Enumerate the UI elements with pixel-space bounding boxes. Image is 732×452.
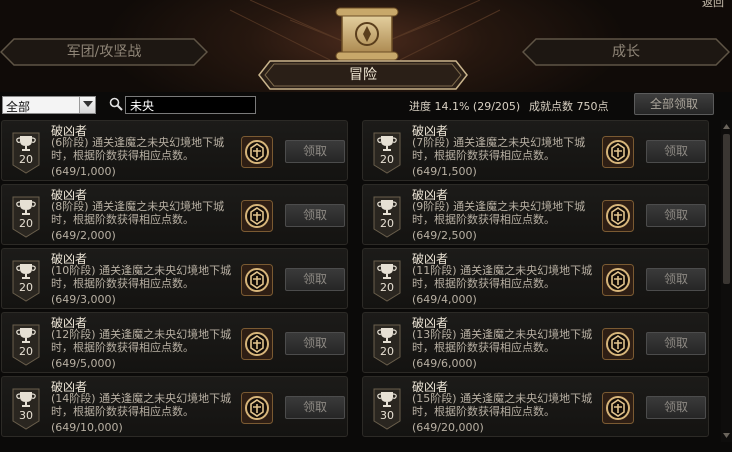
achievement-description: (8阶段) 通关逢魔之未央幻境地下城时，根据阶数获得相应点数。	[51, 200, 225, 226]
achievement-progress: (649/1,500)	[412, 165, 477, 178]
tab-legion-siege-label: 军团/攻坚战	[66, 44, 142, 60]
achievement-card: 20 破凶者 (12阶段) 通关逢魔之未央幻境地下城时，根据阶数获得相应点数。 …	[1, 312, 348, 373]
claim-button[interactable]: 领取	[646, 268, 706, 291]
achievement-description: (11阶段) 通关逢魔之未央幻境地下城时，根据阶数获得相应点数。	[412, 264, 593, 290]
achievement-card: 30 破凶者 (14阶段) 通关逢魔之未央幻境地下城时，根据阶数获得相应点数。 …	[1, 376, 348, 437]
tab-adventure[interactable]: 冒险	[258, 60, 468, 90]
points-value: 20	[380, 153, 394, 166]
achievement-description: (10阶段) 通关逢魔之未央幻境地下城时，根据阶数获得相应点数。	[51, 264, 232, 290]
tab-adventure-label: 冒险	[349, 67, 377, 83]
claim-button[interactable]: 领取	[646, 140, 706, 163]
achievement-progress: (649/3,000)	[51, 293, 116, 306]
medal-icon	[602, 392, 634, 424]
achievement-progress: (649/20,000)	[412, 421, 484, 434]
claim-button[interactable]: 领取	[646, 396, 706, 419]
achievement-progress: (649/2,000)	[51, 229, 116, 242]
points-value: 30	[380, 409, 394, 422]
points-value: 30	[19, 409, 33, 422]
tab-growth[interactable]: 成长	[522, 38, 730, 66]
achievement-progress: (649/4,000)	[412, 293, 477, 306]
points-value: 20	[19, 281, 33, 294]
claim-button[interactable]: 领取	[285, 204, 345, 227]
achievement-description: (6阶段) 通关逢魔之未央幻境地下城时，根据阶数获得相应点数。	[51, 136, 225, 162]
medal-icon	[241, 392, 273, 424]
points-badge: 20	[12, 260, 40, 302]
achievement-card: 20 破凶者 (8阶段) 通关逢魔之未央幻境地下城时，根据阶数获得相应点数。 (…	[1, 184, 348, 245]
points-value: 20	[380, 281, 394, 294]
points-badge: 20	[373, 324, 401, 366]
achievement-description: (15阶段) 通关逢魔之未央幻境地下城时，根据阶数获得相应点数。	[412, 392, 593, 418]
medal-icon	[602, 200, 634, 232]
medal-icon	[241, 328, 273, 360]
claim-button[interactable]: 领取	[646, 332, 706, 355]
search-input[interactable]	[125, 96, 256, 114]
claim-button[interactable]: 领取	[285, 268, 345, 291]
scroll-up-icon[interactable]	[723, 123, 730, 131]
achievement-progress: (649/2,500)	[412, 229, 477, 242]
achievement-card: 20 破凶者 (11阶段) 通关逢魔之未央幻境地下城时，根据阶数获得相应点数。 …	[362, 248, 709, 309]
back-link[interactable]: 返回	[702, 0, 724, 10]
points-badge: 20	[373, 260, 401, 302]
achievement-description: (9阶段) 通关逢魔之未央幻境地下城时，根据阶数获得相应点数。	[412, 200, 586, 226]
achievement-card: 20 破凶者 (10阶段) 通关逢魔之未央幻境地下城时，根据阶数获得相应点数。 …	[1, 248, 348, 309]
scrollbar[interactable]	[721, 120, 732, 442]
points-value: 20	[380, 217, 394, 230]
progress-text: 进度 14.1% (29/205)	[409, 100, 521, 113]
medal-icon	[241, 264, 273, 296]
claim-button[interactable]: 领取	[285, 396, 345, 419]
achievement-card: 20 破凶者 (13阶段) 通关逢魔之未央幻境地下城时，根据阶数获得相应点数。 …	[362, 312, 709, 373]
points-text: 成就点数 750点	[529, 100, 609, 113]
scroll-down-icon[interactable]	[723, 431, 730, 439]
points-badge: 20	[12, 324, 40, 366]
chevron-down-icon	[83, 101, 93, 107]
claim-button[interactable]: 领取	[646, 204, 706, 227]
category-dropdown[interactable]: 全部	[2, 96, 96, 114]
achievement-description: (14阶段) 通关逢魔之未央幻境地下城时，根据阶数获得相应点数。	[51, 392, 232, 418]
medal-icon	[602, 264, 634, 296]
medal-icon	[602, 136, 634, 168]
achievement-list: 20 破凶者 (6阶段) 通关逢魔之未央幻境地下城时，根据阶数获得相应点数。 (…	[0, 120, 720, 442]
achievement-progress: (649/5,000)	[51, 357, 116, 370]
achievement-card: 20 破凶者 (6阶段) 通关逢魔之未央幻境地下城时，根据阶数获得相应点数。 (…	[1, 120, 348, 181]
achievement-description: (13阶段) 通关逢魔之未央幻境地下城时，根据阶数获得相应点数。	[412, 328, 593, 354]
header: 返回 军团/攻坚战 成长 冒险	[0, 0, 732, 92]
search-icon	[109, 97, 123, 111]
points-value: 20	[19, 217, 33, 230]
medal-icon	[241, 136, 273, 168]
points-value: 20	[380, 345, 394, 358]
claim-button[interactable]: 领取	[285, 332, 345, 355]
achievement-progress: (649/10,000)	[51, 421, 123, 434]
achievement-card: 30 破凶者 (15阶段) 通关逢魔之未央幻境地下城时，根据阶数获得相应点数。 …	[362, 376, 709, 437]
achievement-description: (7阶段) 通关逢魔之未央幻境地下城时，根据阶数获得相应点数。	[412, 136, 586, 162]
achievement-progress: (649/1,000)	[51, 165, 116, 178]
tab-growth-label: 成长	[612, 44, 640, 60]
claim-all-button[interactable]: 全部领取	[634, 93, 714, 115]
points-badge: 20	[373, 132, 401, 174]
category-dropdown-value: 全部	[6, 100, 31, 114]
back-label: 返回	[702, 0, 724, 9]
points-badge: 30	[12, 388, 40, 430]
achievement-description: (12阶段) 通关逢魔之未央幻境地下城时，根据阶数获得相应点数。	[51, 328, 232, 354]
points-value: 20	[19, 345, 33, 358]
tab-legion-siege[interactable]: 军团/攻坚战	[0, 38, 208, 66]
medal-icon	[241, 200, 273, 232]
achievement-card: 20 破凶者 (9阶段) 通关逢魔之未央幻境地下城时，根据阶数获得相应点数。 (…	[362, 184, 709, 245]
achievement-progress: (649/6,000)	[412, 357, 477, 370]
scroll-emblem-icon	[335, 7, 399, 61]
dropdown-arrow[interactable]	[79, 97, 95, 113]
scrollbar-thumb[interactable]	[723, 134, 730, 284]
medal-icon	[602, 328, 634, 360]
points-badge: 20	[373, 196, 401, 238]
points-badge: 20	[12, 132, 40, 174]
points-value: 20	[19, 153, 33, 166]
toolbar: 全部 进度 14.1% (29/205) 成就点数 750点 全部领取	[0, 92, 732, 118]
achievement-card: 20 破凶者 (7阶段) 通关逢魔之未央幻境地下城时，根据阶数获得相应点数。 (…	[362, 120, 709, 181]
points-badge: 20	[12, 196, 40, 238]
claim-button[interactable]: 领取	[285, 140, 345, 163]
points-badge: 30	[373, 388, 401, 430]
